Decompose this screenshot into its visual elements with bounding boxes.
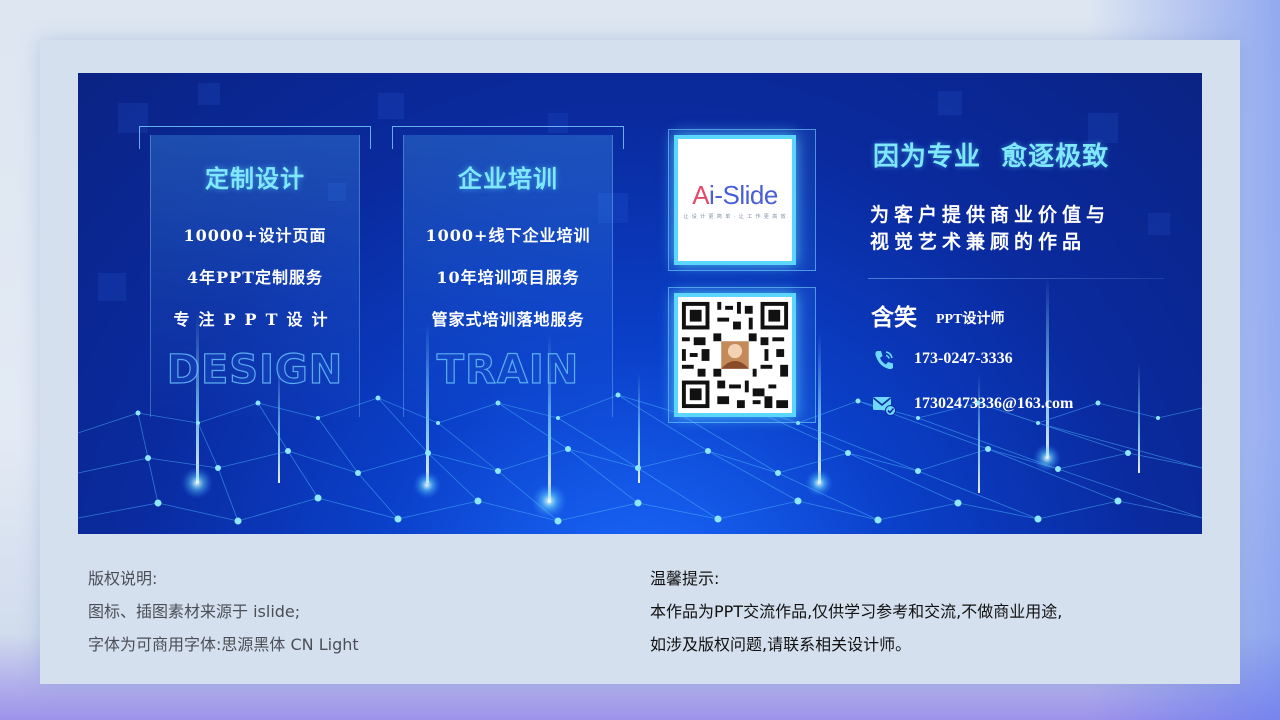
panel-watermark: TRAIN	[436, 346, 580, 393]
panel-watermark: DESIGN	[166, 346, 344, 393]
copyright-line: 图标、插图素材来源于 islide;	[88, 602, 301, 621]
qr-code[interactable]	[674, 293, 796, 417]
tip-line: 本作品为PPT交流作品,仅供学习参考和交流,不做商业用途,	[650, 602, 1063, 621]
phone-number[interactable]: 173-0247-3336	[914, 350, 1013, 368]
logo-text: Ai-Slide	[692, 180, 778, 210]
panel-corporate-training: 企业培训 1000+线下企业培训 10年培训项目服务 管家式培训落地服务 TRA…	[403, 135, 613, 417]
divider	[868, 278, 1164, 279]
tip-line: 如涉及版权问题,请联系相关设计师。	[650, 635, 912, 654]
designer-name: 含笑	[871, 304, 917, 331]
email-address[interactable]: 17302473336@163.com	[914, 395, 1073, 413]
phone-icon	[875, 351, 893, 370]
value-line: 视觉艺术兼顾的作品	[870, 231, 1087, 253]
value-line: 为客户提供商业价值与	[870, 204, 1111, 226]
mail-icon	[872, 397, 896, 416]
islide-logo: Ai-Slide 让 设 计 更 简 单 · 让 工 作 更 高 效	[674, 135, 796, 265]
copyright-title: 版权说明:	[88, 569, 158, 588]
panel-title: 定制设计	[205, 164, 305, 193]
slogan: 因为专业 愈逐极致	[873, 142, 1110, 172]
panel-custom-design: 定制设计 10000+设计页面 4年PPT定制服务 专注PPT设计 DESIGN	[150, 135, 360, 417]
tip-title: 温馨提示:	[650, 569, 720, 588]
panel-title: 企业培训	[458, 164, 558, 193]
qr-code-icon	[678, 298, 792, 412]
panel-line: 专注PPT设计	[173, 310, 337, 329]
panel-line: 10年培训项目服务	[436, 268, 580, 287]
panel-line: 管家式培训落地服务	[431, 310, 585, 329]
panel-line: 4年PPT定制服务	[186, 268, 324, 287]
logo-tagline: 让 设 计 更 简 单 · 让 工 作 更 高 效	[683, 214, 787, 220]
panel-line: 1000+线下企业培训	[425, 226, 591, 245]
panel-line: 10000+设计页面	[183, 226, 327, 245]
banner: 定制设计 10000+设计页面 4年PPT定制服务 专注PPT设计 DESIGN…	[78, 73, 1202, 534]
copyright-line: 字体为可商用字体:思源黑体 CN Light	[88, 635, 359, 654]
designer-role: PPT设计师	[936, 312, 1005, 327]
